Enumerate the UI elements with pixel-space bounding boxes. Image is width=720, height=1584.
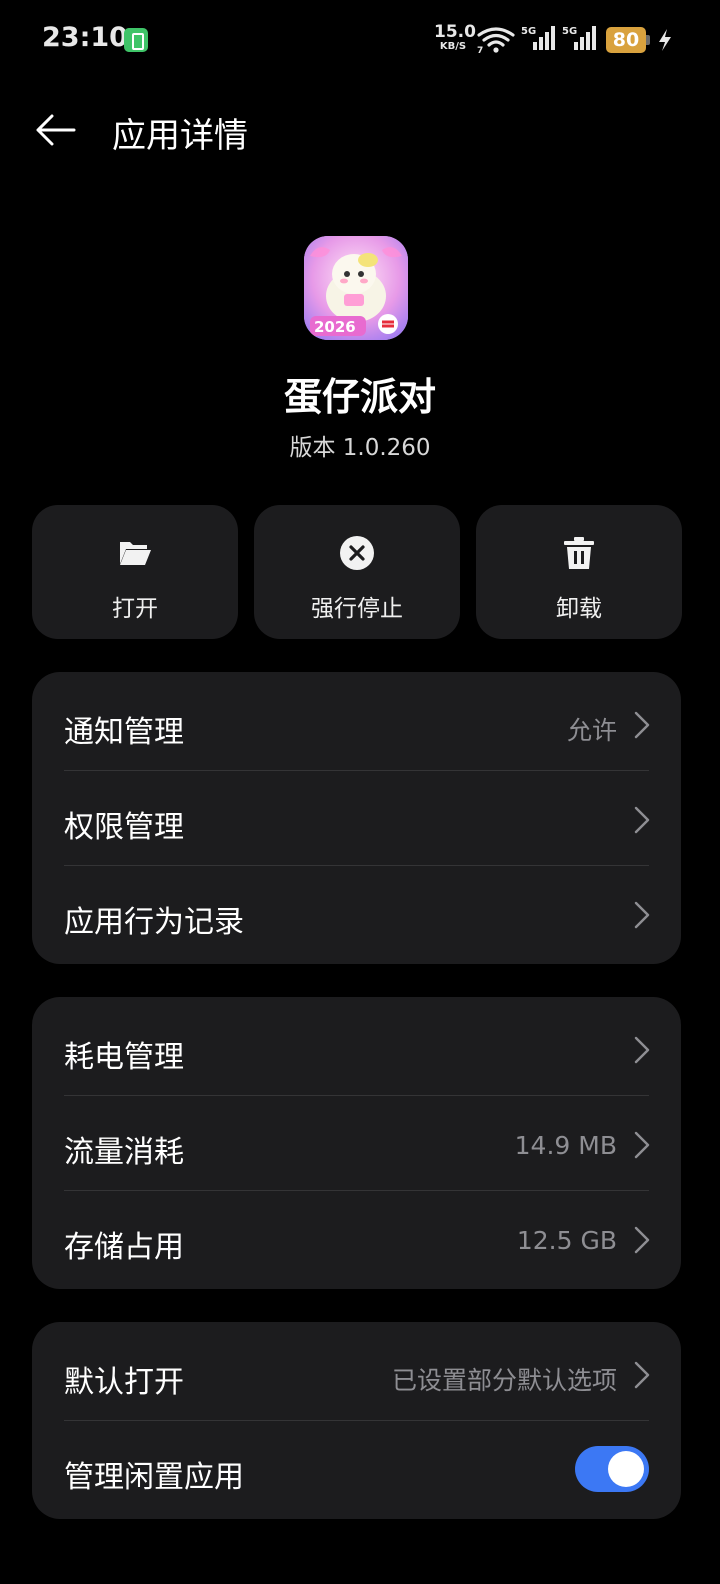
cellular-signal-2-icon: 5G [562, 26, 596, 50]
charging-bolt-icon [659, 29, 671, 51]
app-icon: 2026 [304, 236, 408, 340]
app-version: 版本 1.0.260 [289, 435, 431, 461]
manage-idle-apps-row: 管理闲置应用 [32, 1422, 681, 1517]
chevron-right-icon [634, 1361, 650, 1389]
notification-status-value: 允许 [566, 716, 617, 745]
toggle-knob [608, 1451, 644, 1487]
open-button-label: 打开 [112, 596, 158, 622]
settings-group-1: 通知管理 允许 权限管理 应用行为记录 [32, 672, 681, 964]
storage-usage-row[interactable]: 存储占用 12.5 GB [32, 1192, 681, 1287]
force-stop-button[interactable]: 强行停止 [254, 505, 460, 639]
divider [64, 865, 649, 866]
trash-icon [564, 537, 594, 569]
network-speed: 15.0 KB/S [434, 22, 476, 52]
page-title: 应用详情 [112, 116, 248, 156]
default-open-row[interactable]: 默认打开 已设置部分默认选项 [32, 1327, 681, 1422]
force-stop-button-label: 强行停止 [311, 596, 403, 622]
status-bar: 23:10 15.0 KB/S 7 5G 5G 80 [0, 0, 720, 80]
permission-management-row[interactable]: 权限管理 [32, 772, 681, 867]
divider [64, 1420, 649, 1421]
chevron-right-icon [634, 1226, 650, 1254]
battery-management-row[interactable]: 耗电管理 [32, 1002, 681, 1097]
chevron-right-icon [634, 1036, 650, 1064]
app-name: 蛋仔派对 [283, 375, 436, 419]
app-behavior-log-label: 应用行为记录 [64, 905, 244, 940]
back-arrow-icon[interactable] [32, 110, 78, 150]
battery-level: 80 [606, 27, 646, 53]
default-open-value: 已设置部分默认选项 [391, 1366, 617, 1395]
status-time: 23:10 [42, 22, 128, 53]
settings-group-2: 耗电管理 流量消耗 14.9 MB 存储占用 12.5 GB [32, 997, 681, 1289]
network-speed-value: 15.0 [434, 22, 476, 42]
uninstall-button-label: 卸载 [556, 596, 602, 622]
data-usage-value: 14.9 MB [514, 1131, 617, 1160]
chevron-right-icon [634, 806, 650, 834]
open-button[interactable]: 打开 [32, 505, 238, 639]
notification-management-label: 通知管理 [64, 715, 184, 750]
chevron-right-icon [634, 711, 650, 739]
svg-text:7: 7 [477, 46, 483, 54]
app-behavior-log-row[interactable]: 应用行为记录 [32, 867, 681, 962]
force-stop-icon [340, 536, 374, 570]
storage-usage-label: 存储占用 [64, 1230, 184, 1265]
svg-text:2026: 2026 [314, 318, 356, 336]
divider [64, 1190, 649, 1191]
data-usage-label: 流量消耗 [64, 1135, 184, 1170]
permission-management-label: 权限管理 [64, 810, 184, 845]
settings-group-3: 默认打开 已设置部分默认选项 管理闲置应用 [32, 1322, 681, 1519]
signal1-label: 5G [521, 26, 536, 37]
manage-idle-apps-toggle[interactable] [575, 1446, 649, 1492]
notification-management-row[interactable]: 通知管理 允许 [32, 677, 681, 772]
network-speed-unit: KB/S [439, 41, 467, 52]
battery-management-label: 耗电管理 [64, 1040, 184, 1075]
folder-open-icon [120, 542, 151, 565]
default-open-label: 默认打开 [64, 1365, 184, 1400]
cellular-signal-1-icon: 5G [521, 26, 555, 50]
chevron-right-icon [634, 1131, 650, 1159]
uninstall-button[interactable]: 卸载 [476, 505, 682, 639]
header: 应用详情 [0, 90, 720, 174]
storage-usage-value: 12.5 GB [516, 1226, 617, 1255]
battery-indicator: 80 [606, 27, 650, 53]
data-usage-row[interactable]: 流量消耗 14.9 MB [32, 1097, 681, 1192]
divider [64, 1095, 649, 1096]
chevron-right-icon [634, 901, 650, 929]
divider [64, 770, 649, 771]
battery-saver-icon [124, 28, 148, 52]
signal2-label: 5G [562, 26, 577, 37]
manage-idle-apps-label: 管理闲置应用 [64, 1460, 244, 1495]
wifi-icon: 7 [477, 27, 515, 54]
